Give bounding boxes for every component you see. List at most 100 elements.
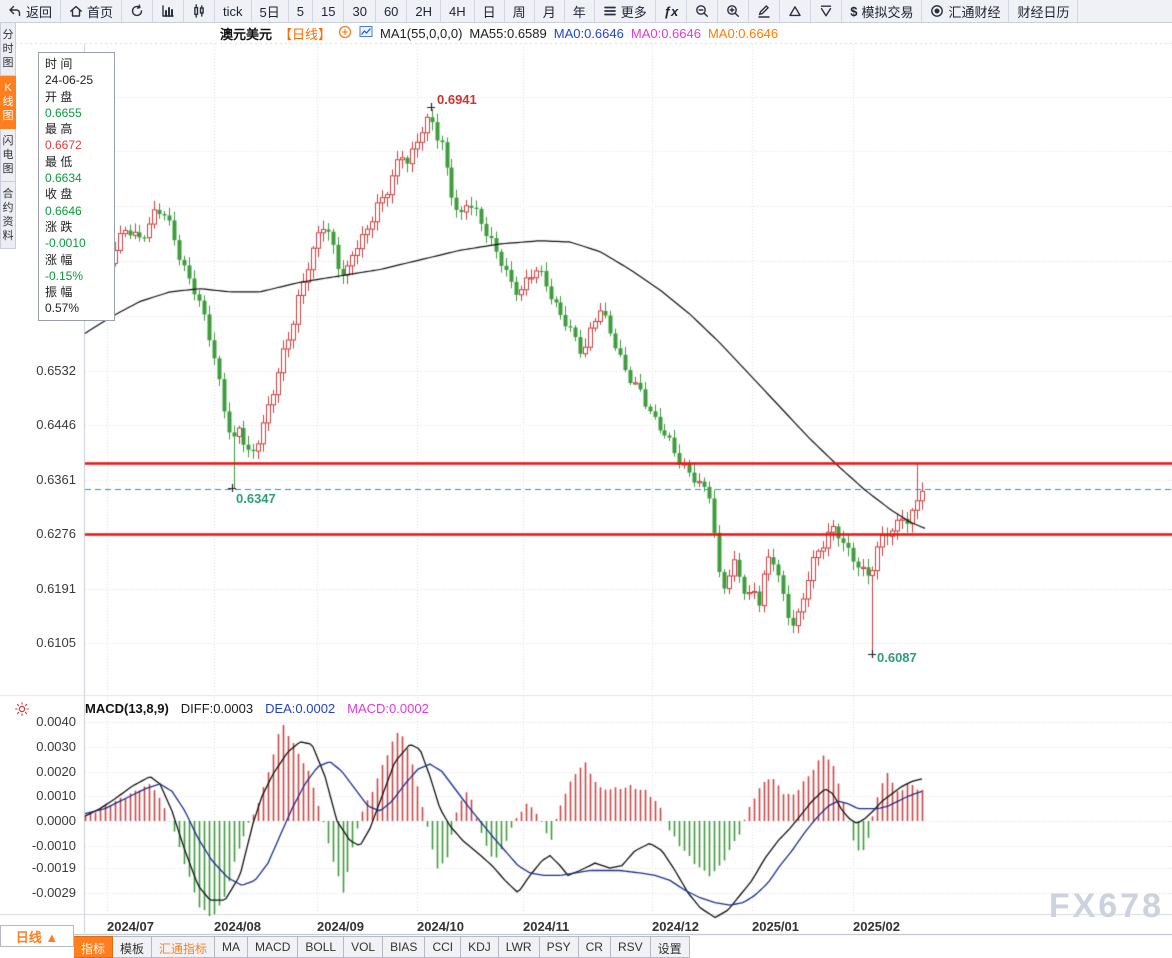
toolbar-button-label: 返回 xyxy=(26,2,52,21)
toolbar-button-m30[interactable]: 30 xyxy=(344,0,375,22)
circle-plus-icon[interactable] xyxy=(338,25,352,42)
info-value: 0.6672 xyxy=(45,137,114,153)
chart-type-tab-contract-info[interactable]: 合约资料 xyxy=(0,182,16,249)
price-axis-tick: 0.6532 xyxy=(0,363,76,378)
toolbar-button-label: tick xyxy=(223,4,243,19)
toolbar-button-huitong[interactable]: 汇通财经 xyxy=(922,0,1009,22)
indicator-tab-汇通指标[interactable]: 汇通指标 xyxy=(152,936,215,958)
toolbar-button-sim-trade[interactable]: $模拟交易 xyxy=(842,0,922,22)
indicator-tab-VOL[interactable]: VOL xyxy=(344,936,383,958)
toolbar-button-home[interactable]: 首页 xyxy=(61,0,122,22)
indicator-tab-指标[interactable]: 指标 xyxy=(74,936,113,958)
price-axis-tick: 0.6191 xyxy=(0,581,76,596)
ohlc-info-panel: 时 间24-06-25开 盘0.6655最 高0.6672最 低0.6634收 … xyxy=(38,52,115,321)
date-axis-tick: 2024/09 xyxy=(317,919,364,934)
toolbar-button-draw[interactable] xyxy=(749,0,780,22)
toolbar-button-m5[interactable]: 5 xyxy=(289,0,313,22)
chart-type-tab-time-chart[interactable]: 分时图 xyxy=(0,23,16,76)
refresh-icon xyxy=(130,4,144,18)
toolbar-button-send-bottom[interactable] xyxy=(811,0,842,22)
indicator-tab-LWR[interactable]: LWR xyxy=(499,936,540,958)
toolbar-button-h2[interactable]: 2H xyxy=(407,0,441,22)
zoom-in-icon xyxy=(726,4,740,18)
toolbar-button-label: 月 xyxy=(543,2,556,21)
indicator-tab-KDJ[interactable]: KDJ xyxy=(461,936,499,958)
menu-icon xyxy=(603,4,617,18)
symbol-period[interactable]: 【日线】 xyxy=(279,24,331,43)
toolbar-button-h4[interactable]: 4H xyxy=(441,0,475,22)
toolbar-button-label: 60 xyxy=(384,4,398,19)
indicator-tab-模板[interactable]: 模板 xyxy=(113,936,152,958)
info-label: 开 盘 xyxy=(45,89,114,105)
toolbar-button-week[interactable]: 周 xyxy=(505,0,535,22)
toolbar: 返回 首页 tick 5日 5 15 30 60 2H 4H 日周月年更多 ƒx $模拟交易汇通财经财经… xyxy=(0,0,1172,23)
macd-settings-icon[interactable] xyxy=(14,701,30,722)
macd-axis-tick: 0.0020 xyxy=(0,764,76,779)
chart-type-tab-kline-chart[interactable]: K线图 xyxy=(0,76,16,129)
toolbar-button-tick[interactable]: tick xyxy=(215,0,252,22)
macd-axis-tick: 0.0030 xyxy=(0,739,76,754)
toolbar-button-candle-chart[interactable] xyxy=(184,0,215,22)
toolbar-button-label: 30 xyxy=(352,4,366,19)
chart-type-tabstrip: 分时图K线图闪电图合约资料 xyxy=(0,23,15,249)
date-axis-tick: 2024/08 xyxy=(214,919,261,934)
toolbar-button-m15[interactable]: 15 xyxy=(313,0,344,22)
toolbar-button-day[interactable]: 日 xyxy=(475,0,505,22)
toolbar-button-label: 5日 xyxy=(260,2,280,21)
indicator-tab-CR[interactable]: CR xyxy=(579,936,611,958)
indicator-tab-BIAS[interactable]: BIAS xyxy=(383,936,425,958)
indicator-tab-BOLL[interactable]: BOLL xyxy=(298,936,344,958)
chart-type-tab-lightning-chart[interactable]: 闪电图 xyxy=(0,129,16,182)
toolbar-button-month[interactable]: 月 xyxy=(535,0,565,22)
info-value: -0.15% xyxy=(45,268,114,284)
toolbar-button-refresh[interactable] xyxy=(122,0,153,22)
toolbar-button-label: 首页 xyxy=(87,2,113,21)
indicator-tab-MA[interactable]: MA xyxy=(215,936,248,958)
price-axis-tick: 0.6361 xyxy=(0,472,76,487)
toolbar-button-label: 年 xyxy=(573,2,586,21)
toolbar-button-label: 日 xyxy=(483,2,496,21)
triangle-up-icon xyxy=(788,4,802,18)
toolbar-button-zoom-out[interactable] xyxy=(687,0,718,22)
info-label: 最 低 xyxy=(45,154,114,170)
info-value: 0.6634 xyxy=(45,170,114,186)
indicator-tab-RSV[interactable]: RSV xyxy=(611,936,651,958)
macd-axis-tick: -0.0010 xyxy=(0,838,76,853)
indicator-tab-设置[interactable]: 设置 xyxy=(651,936,690,958)
bar-chart-icon xyxy=(161,4,175,18)
date-axis-tick: 2024/07 xyxy=(107,919,154,934)
macd-dea-value: DEA:0.0002 xyxy=(265,701,335,716)
price-annotation: 0.6347 xyxy=(236,491,276,506)
indicator-tabstrip: 指标模板汇通指标MAMACDBOLLVOLBIASCCIKDJLWRPSYCRR… xyxy=(74,936,690,958)
toolbar-button-triangle[interactable] xyxy=(780,0,811,22)
toolbar-button-5d[interactable]: 5日 xyxy=(252,0,289,22)
toolbar-button-label: 5 xyxy=(297,4,304,19)
ma0-value-magenta: MA0:0.6646 xyxy=(631,26,701,41)
toolbar-button-more[interactable]: 更多 xyxy=(595,0,656,22)
toolbar-button-label: 15 xyxy=(321,4,335,19)
toolbar-button-label: ƒx xyxy=(664,4,678,19)
info-label: 涨 跌 xyxy=(45,219,114,235)
date-axis-tick: 2024/12 xyxy=(652,919,699,934)
info-value: 0.57% xyxy=(45,300,114,316)
info-value: 0.6655 xyxy=(45,105,114,121)
info-value: 24-06-25 xyxy=(45,72,114,88)
toolbar-button-year[interactable]: 年 xyxy=(565,0,595,22)
toolbar-button-zoom-in[interactable] xyxy=(718,0,749,22)
date-axis-tick: 2025/01 xyxy=(752,919,799,934)
period-selector[interactable]: 日线 ▲ xyxy=(0,925,74,947)
toolbar-button-label: 2H xyxy=(415,4,432,19)
chart-canvas[interactable] xyxy=(0,0,1172,946)
indicator-tab-MACD[interactable]: MACD xyxy=(248,936,298,958)
toolbar-button-m60[interactable]: 60 xyxy=(376,0,407,22)
date-axis-tick: 2025/02 xyxy=(853,919,900,934)
toolbar-button-back[interactable]: 返回 xyxy=(0,0,61,22)
toolbar-button-bar-chart[interactable] xyxy=(153,0,184,22)
indicator-tab-CCI[interactable]: CCI xyxy=(425,936,461,958)
macd-title: MACD(13,8,9) xyxy=(85,701,169,716)
date-axis-tick: 2024/10 xyxy=(417,919,464,934)
indicator-tab-PSY[interactable]: PSY xyxy=(540,936,579,958)
price-annotation: 0.6941 xyxy=(437,92,477,107)
toolbar-button-calendar[interactable]: 财经日历 xyxy=(1009,0,1078,22)
toolbar-button-fx[interactable]: ƒx xyxy=(656,0,687,22)
